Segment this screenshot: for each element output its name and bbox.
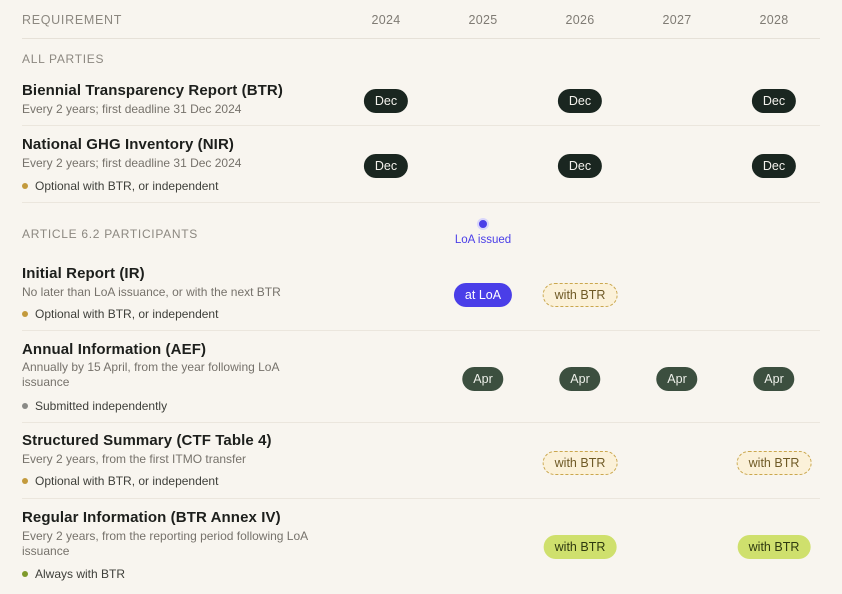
row-title: Structured Summary (CTF Table 4) (22, 432, 272, 449)
deadline-pill-2027[interactable]: Apr (656, 367, 698, 391)
year-2028-header: 2028 (759, 13, 789, 27)
row-title: Initial Report (IR) (22, 265, 145, 282)
requirements-table: REQUIREMENT 2024 2025 2026 2027 2028 ALL… (22, 0, 820, 594)
row-subtitle: Annually by 15 April, from the year foll… (22, 360, 279, 389)
row-note-text: Always with BTR (35, 567, 126, 581)
year-2024-header: 2024 (371, 13, 401, 27)
row-subtitle: Every 2 years; first deadline 31 Dec 202… (22, 156, 242, 170)
row-title: Regular Information (BTR Annex IV) (22, 509, 281, 526)
with-btr-pill-2026[interactable]: with BTR (542, 283, 618, 307)
year-2027-header: 2027 (662, 13, 692, 27)
row-title: Biennial Transparency Report (BTR) (22, 82, 283, 99)
row-title: Annual Information (AEF) (22, 341, 207, 358)
at-loa-pill-2025[interactable]: at LoA (453, 283, 513, 307)
deadline-pill-2026[interactable]: Apr (559, 367, 601, 391)
year-2025-header: 2025 (468, 13, 498, 27)
deadline-pill-2028[interactable]: Apr (753, 367, 795, 391)
deadline-pill-2028[interactable]: Dec (751, 89, 797, 113)
row-subtitle: No later than LoA issuance, or with the … (22, 285, 281, 299)
row-note-text: Optional with BTR, or independent (35, 474, 219, 488)
section-article-6-2: ARTICLE 6.2 PARTICIPANTS (22, 227, 198, 241)
row-note: Submitted independently (22, 399, 167, 413)
row-subtitle: Every 2 years; first deadline 31 Dec 202… (22, 102, 242, 116)
table-row: National GHG Inventory (NIR) Every 2 yea… (22, 126, 820, 203)
independent-dot-icon (22, 403, 28, 409)
row-note-text: Optional with BTR, or independent (35, 307, 219, 321)
row-note: Always with BTR (22, 567, 125, 581)
requirement-column-header: REQUIREMENT (22, 13, 123, 27)
row-note-text: Optional with BTR, or independent (35, 179, 219, 193)
optional-dot-icon (22, 311, 28, 317)
with-btr-pill-2028[interactable]: with BTR (737, 535, 811, 559)
deadline-pill-2024[interactable]: Dec (363, 89, 409, 113)
optional-dot-icon (22, 478, 28, 484)
table-row: Structured Summary (CTF Table 4) Every 2… (22, 423, 820, 499)
loa-marker-icon (477, 218, 489, 230)
row-note: Optional with BTR, or independent (22, 474, 218, 488)
with-btr-pill-2026[interactable]: with BTR (543, 535, 617, 559)
loa-issued-label: LoA issued (454, 234, 512, 246)
with-btr-pill-2028[interactable]: with BTR (736, 451, 812, 475)
always-dot-icon (22, 571, 28, 577)
table-row: Regular Information (BTR Annex IV) Every… (22, 499, 820, 594)
table-row: Annual Information (AEF) Annually by 15 … (22, 331, 820, 423)
row-note: Optional with BTR, or independent (22, 179, 218, 193)
optional-dot-icon (22, 183, 28, 189)
row-title: National GHG Inventory (NIR) (22, 136, 234, 153)
deadline-pill-2024[interactable]: Dec (363, 154, 409, 178)
year-2026-header: 2026 (565, 13, 595, 27)
row-note-text: Submitted independently (35, 399, 168, 413)
row-note: Optional with BTR, or independent (22, 307, 218, 321)
deadline-pill-2025[interactable]: Apr (462, 367, 504, 391)
deadline-pill-2026[interactable]: Dec (557, 154, 603, 178)
table-row: Biennial Transparency Report (BTR) Every… (22, 70, 820, 126)
table-row: Initial Report (IR) No later than LoA is… (22, 256, 820, 331)
row-subtitle: Every 2 years, from the reporting period… (22, 529, 308, 558)
table-header: REQUIREMENT 2024 2025 2026 2027 2028 (22, 0, 820, 39)
section-all-parties: ALL PARTIES (22, 52, 105, 66)
row-subtitle: Every 2 years, from the first ITMO trans… (22, 452, 247, 466)
deadline-pill-2026[interactable]: Dec (557, 89, 603, 113)
with-btr-pill-2026[interactable]: with BTR (542, 451, 618, 475)
deadline-pill-2028[interactable]: Dec (751, 154, 797, 178)
